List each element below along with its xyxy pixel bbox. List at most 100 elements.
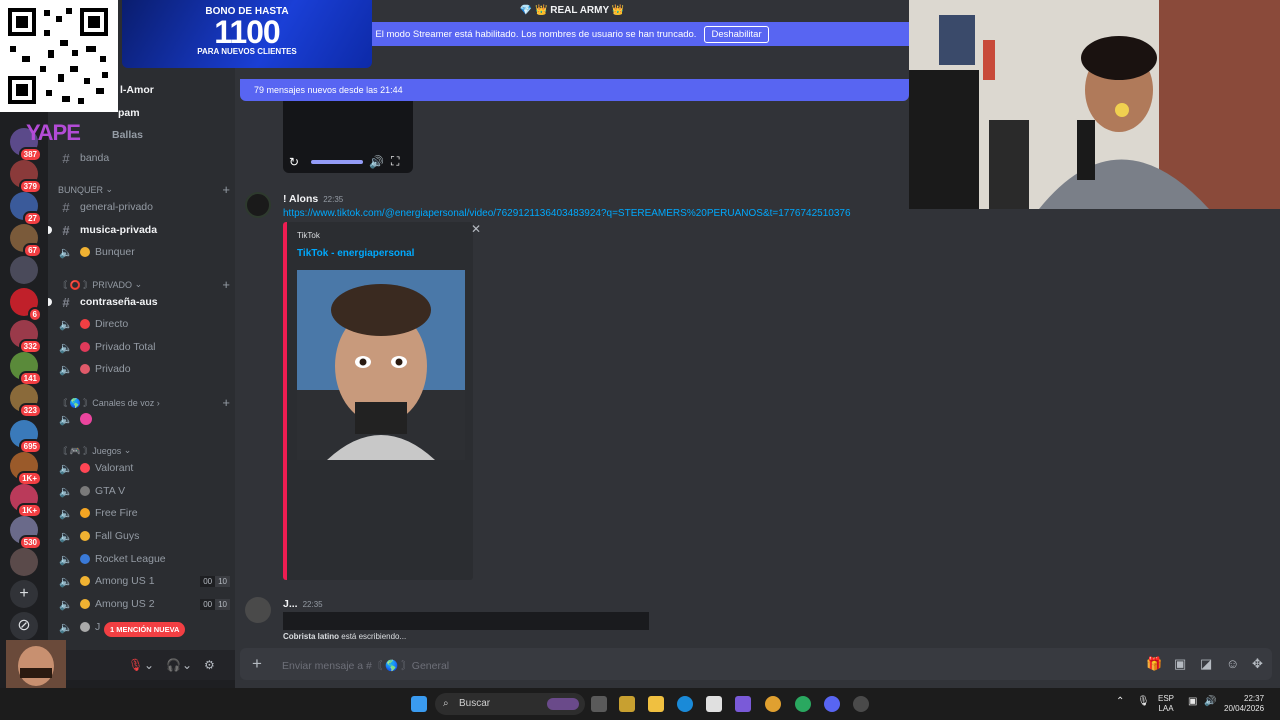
disable-streamer-button[interactable]: Deshabilitar — [704, 25, 769, 43]
channel-item[interactable]: pam — [118, 103, 290, 123]
avatar[interactable] — [245, 192, 271, 218]
server-icon[interactable]: 6 — [10, 288, 42, 322]
volume-icon[interactable]: 🔊 — [369, 155, 384, 169]
headphones-icon[interactable]: 🎧 — [166, 658, 181, 672]
chevron-down-icon[interactable]: ⌄ — [182, 658, 192, 672]
author-name[interactable]: J... — [283, 598, 298, 610]
channel-item[interactable]: # general-privado — [58, 197, 230, 217]
category-label: 〘 🌎 〙Canales de voz — [58, 398, 155, 408]
copilot-icon[interactable] — [735, 696, 751, 712]
server-icon[interactable]: 1K+ — [10, 484, 42, 518]
discord-icon[interactable] — [824, 696, 840, 712]
chevron-down-icon[interactable]: ⌄ — [144, 658, 154, 672]
channel-item[interactable]: 🔈 — [58, 409, 230, 429]
server-icon[interactable]: 530 — [10, 516, 42, 550]
emoji-icon[interactable]: ☺ — [1226, 656, 1239, 671]
message-time: 22:35 — [323, 195, 344, 204]
clock-time: 22:37 — [1244, 694, 1265, 703]
voice-channel[interactable]: 🔈 Among US 2 00 10 — [58, 594, 230, 614]
embed-thumbnail[interactable] — [297, 270, 465, 460]
message-time: 22:35 — [302, 600, 323, 609]
apps-icon[interactable]: ✥ — [1252, 656, 1263, 672]
server-icon[interactable]: 332 — [10, 320, 42, 354]
channel-item[interactable]: # contraseña-aus — [58, 292, 230, 312]
voice-channel[interactable]: 🔈 Rocket League — [58, 549, 230, 569]
channel-item[interactable]: Ballas — [112, 125, 284, 145]
category-label: BUNQUER — [58, 184, 104, 195]
server-icon[interactable]: 323 — [10, 384, 42, 418]
windows-start-icon[interactable] — [411, 696, 427, 712]
category-header[interactable]: 〘 🌎 〙Canales de voz › + — [58, 395, 230, 410]
embed-title[interactable]: TikTok - energiapersonal — [297, 248, 414, 259]
edge-icon[interactable] — [677, 696, 693, 712]
sticker-icon[interactable]: ◪ — [1200, 656, 1212, 672]
clock[interactable]: 22:37 20/04/2026 — [1224, 694, 1264, 714]
category-header[interactable]: 〘 ⭕ 〙PRIVADO ⌄ + — [58, 277, 230, 292]
new-messages-bar[interactable]: 79 mensajes nuevos desde las 21:44 — [240, 79, 909, 101]
file-explorer-icon[interactable] — [648, 696, 664, 712]
volume-slider[interactable] — [311, 160, 363, 164]
channel-item[interactable]: 🔈 Bunquer — [58, 242, 230, 262]
channel-item[interactable]: # musica-privada — [58, 220, 230, 240]
gift-icon[interactable]: 🎁 — [1146, 656, 1162, 672]
gear-icon[interactable]: ⚙ — [204, 658, 215, 672]
app-icon[interactable] — [619, 696, 635, 712]
server-icon[interactable]: 141 — [10, 352, 42, 386]
chrome-icon[interactable] — [765, 696, 781, 712]
plus-icon[interactable]: + — [222, 182, 230, 197]
voice-channel[interactable]: 🔈 Valorant — [58, 458, 230, 478]
qr-code-image — [0, 0, 118, 112]
server-icon[interactable]: 27 — [10, 192, 42, 226]
speaker-icon: 🔈 — [59, 246, 73, 259]
server-icon[interactable] — [10, 548, 38, 576]
category-label: 〘 🎮 〙Juegos — [58, 446, 122, 456]
author-name[interactable]: ! Alons — [283, 193, 318, 205]
channel-item[interactable]: # banda — [58, 148, 230, 168]
plus-icon[interactable]: + — [222, 395, 230, 410]
channel-item[interactable]: 🔈 Privado Total — [58, 337, 230, 357]
video-player[interactable]: ↻ 🔊 ⛶ — [283, 101, 413, 173]
task-view-icon[interactable] — [591, 696, 607, 712]
network-icon[interactable]: ▣ — [1188, 697, 1197, 707]
fullscreen-icon[interactable]: ⛶ — [391, 154, 399, 169]
replay-icon[interactable]: ↻ — [289, 155, 299, 169]
free-fire-icon — [80, 508, 90, 518]
chevron-down-icon: ⌄ — [123, 445, 132, 455]
message-author[interactable]: ! Alons 22:35 — [283, 193, 343, 205]
chrome-icon[interactable] — [795, 696, 811, 712]
voice-channel[interactable]: 🔈 Fall Guys — [58, 526, 230, 546]
close-icon[interactable]: ✕ — [471, 222, 481, 236]
channel-label: Rocket League — [95, 553, 166, 565]
tiktok-link[interactable]: https://www.tiktok.com/@energiapersonal/… — [283, 208, 851, 219]
obs-icon[interactable] — [853, 696, 869, 712]
volume-icon[interactable]: 🔊 — [1204, 697, 1216, 707]
channel-item[interactable]: l-Amor — [120, 80, 292, 100]
server-icon[interactable]: 67 — [10, 224, 42, 258]
voice-channel[interactable]: 🔈 Free Fire — [58, 503, 230, 523]
message-input[interactable]: + Enviar mensaje a #〘 🌎 〙General 🎁 ▣ ◪ ☺… — [240, 648, 1272, 680]
language-indicator[interactable]: ESP LAA — [1158, 694, 1174, 714]
channel-item[interactable]: 🔈 Privado — [58, 359, 230, 379]
chevron-up-icon[interactable]: ⌃ — [1116, 697, 1124, 707]
avatar[interactable] — [245, 597, 271, 623]
discover-icon[interactable]: ⊘ — [10, 612, 38, 640]
gif-icon[interactable]: ▣ — [1174, 656, 1186, 672]
voice-channel[interactable]: 🔈 Among US 1 00 10 — [58, 571, 230, 591]
server-icon[interactable]: 695 — [10, 420, 42, 454]
server-icon[interactable]: 379 — [10, 160, 42, 194]
server-icon[interactable]: 1K+ — [10, 452, 42, 486]
taskbar-search[interactable]: ⌕ Buscar — [435, 693, 585, 715]
plus-icon[interactable]: + — [222, 277, 230, 292]
mic-icon[interactable]: 🎙 — [1137, 697, 1150, 707]
voice-channel[interactable]: 🔈 GTA V — [58, 481, 230, 501]
plus-icon[interactable]: + — [252, 654, 262, 674]
message-author[interactable]: J... 22:35 — [283, 598, 323, 610]
category-header[interactable]: 〘 🎮 〙Juegos ⌄ — [58, 444, 230, 457]
add-server-icon[interactable]: + — [10, 580, 38, 608]
server-icon[interactable] — [10, 256, 38, 284]
channel-item[interactable]: 🔈 Directo — [58, 314, 230, 334]
store-icon[interactable] — [706, 696, 722, 712]
new-mention-badge[interactable]: 1 MENCIÓN NUEVA — [104, 622, 186, 637]
category-header[interactable]: BUNQUER ⌄ + — [58, 182, 230, 197]
mic-muted-icon[interactable]: 🎙 — [128, 658, 143, 672]
